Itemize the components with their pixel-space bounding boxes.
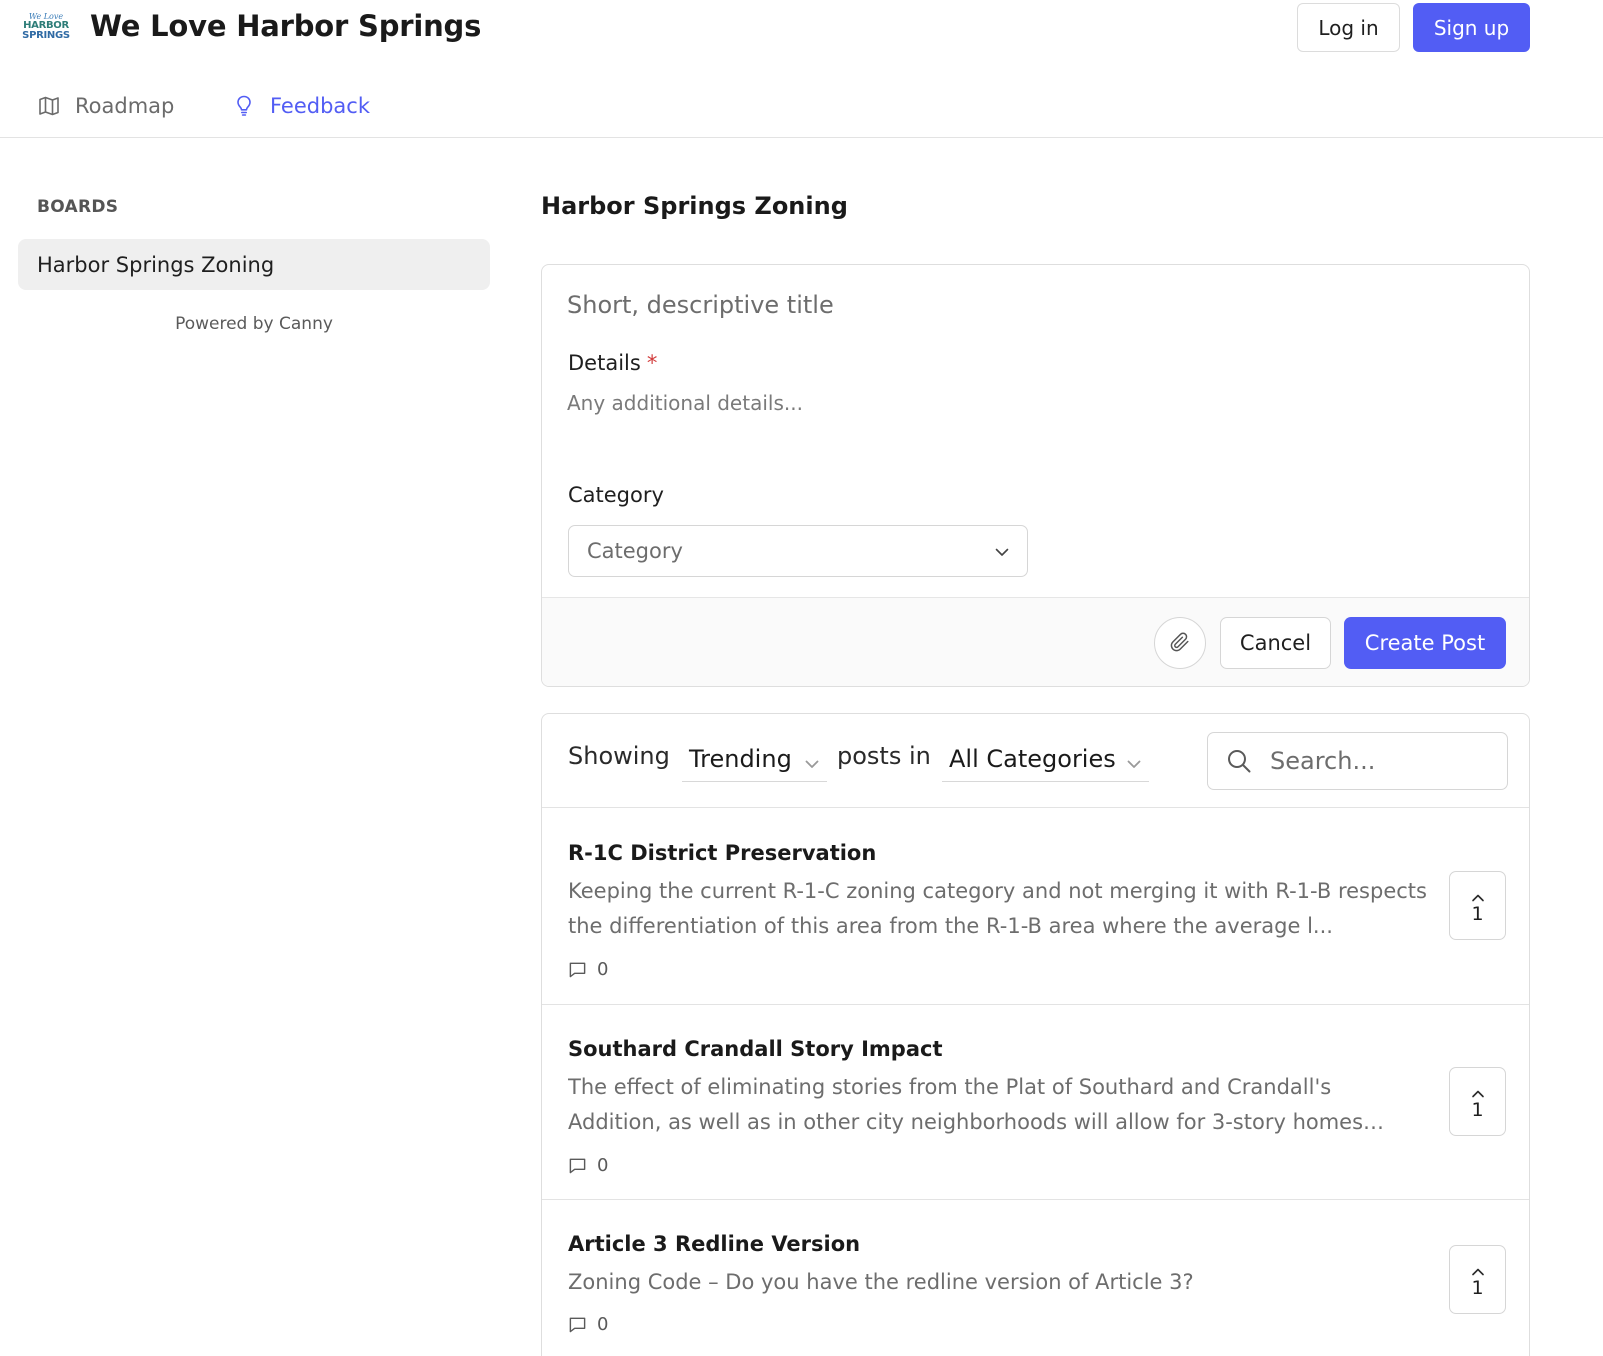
post-title[interactable]: Article 3 Redline Version [568, 1232, 860, 1256]
details-label-text: Details [568, 351, 641, 375]
post-title[interactable]: Southard Crandall Story Impact [568, 1037, 943, 1061]
paperclip-icon [1169, 631, 1191, 656]
sort-dropdown-value: Trending [689, 744, 792, 773]
post-comment-count: 0 [568, 1312, 608, 1336]
login-button[interactable]: Log in [1297, 3, 1400, 52]
upvote-button[interactable]: 1 [1449, 871, 1506, 940]
chevron-up-icon [1470, 887, 1486, 901]
chevron-up-icon [1470, 1083, 1486, 1097]
search-input[interactable] [1270, 743, 1495, 779]
comment-icon [568, 960, 587, 979]
signup-button[interactable]: Sign up [1413, 3, 1530, 52]
nav-roadmap[interactable]: Roadmap [37, 90, 174, 122]
category-select[interactable]: Category [568, 525, 1028, 577]
boards-heading: BOARDS [37, 197, 119, 217]
comment-icon [568, 1315, 587, 1334]
post-comment-count: 0 [568, 957, 608, 981]
map-icon [37, 94, 61, 118]
vote-count: 1 [1471, 1098, 1484, 1121]
upvote-button[interactable]: 1 [1449, 1067, 1506, 1136]
chevron-down-icon [993, 542, 1011, 560]
header-divider [0, 137, 1603, 138]
chevron-up-icon [1470, 1261, 1486, 1275]
form-footer: Cancel Create Post [542, 597, 1529, 686]
search-icon [1226, 748, 1252, 774]
vote-count: 1 [1471, 1276, 1484, 1299]
post-comment-count: 0 [568, 1153, 608, 1177]
vote-count: 1 [1471, 902, 1484, 925]
site-title[interactable]: We Love Harbor Springs [90, 9, 481, 43]
required-asterisk: * [646, 351, 658, 375]
post-description: Keeping the current R-1-C zoning categor… [568, 879, 1427, 938]
category-filter-value: All Categories [949, 744, 1116, 773]
sort-dropdown[interactable]: Trending [682, 736, 827, 782]
chevron-down-icon [803, 751, 821, 769]
post-description: Zoning Code – Do you have the redline ve… [568, 1270, 1194, 1294]
posts-in-label: posts in [837, 742, 931, 770]
powered-by-link[interactable]: Powered by Canny [18, 314, 490, 334]
cancel-button[interactable]: Cancel [1220, 617, 1331, 669]
comment-count-value: 0 [597, 1313, 609, 1335]
comment-count-value: 0 [597, 958, 609, 980]
create-post-button[interactable]: Create Post [1344, 617, 1506, 669]
nav-roadmap-label: Roadmap [75, 94, 175, 118]
lightbulb-icon [232, 94, 256, 118]
board-item-harbor-springs-zoning[interactable]: Harbor Springs Zoning [18, 239, 490, 290]
post-item[interactable]: R-1C District Preservation Keeping the c… [542, 809, 1529, 1005]
post-description: The effect of eliminating stories from t… [568, 1075, 1364, 1134]
posts-list-card: Showing Trending posts in All Categories… [541, 713, 1530, 1356]
chevron-down-icon [1125, 751, 1143, 769]
post-title-input[interactable] [567, 287, 1467, 323]
post-item[interactable]: Southard Crandall Story Impact The effec… [542, 1005, 1529, 1200]
attach-file-button[interactable] [1154, 617, 1206, 669]
board-item-label: Harbor Springs Zoning [37, 252, 275, 277]
category-filter-dropdown[interactable]: All Categories [942, 736, 1149, 782]
site-logo[interactable]: We Love HARBOR SPRINGS [21, 12, 71, 42]
nav-feedback[interactable]: Feedback [232, 90, 370, 122]
nav-feedback-label: Feedback [270, 94, 371, 118]
comment-icon [568, 1156, 587, 1175]
comment-count-value: 0 [597, 1154, 609, 1176]
upvote-button[interactable]: 1 [1449, 1245, 1506, 1314]
details-label: Details * [568, 351, 657, 375]
showing-label: Showing [568, 742, 670, 770]
post-title[interactable]: R-1C District Preservation [568, 841, 876, 865]
post-details-input[interactable] [567, 391, 1467, 451]
category-select-value: Category [587, 539, 683, 563]
create-post-form: Details* Category Category Cancel Create… [541, 264, 1530, 687]
category-label: Category [568, 483, 664, 507]
logo-line-3: SPRINGS [22, 30, 70, 41]
board-title: Harbor Springs Zoning [541, 192, 848, 220]
search-box [1207, 732, 1508, 790]
filter-bar: Showing Trending posts in All Categories [542, 714, 1529, 808]
post-item[interactable]: Article 3 Redline Version Zoning Code – … [542, 1200, 1529, 1356]
